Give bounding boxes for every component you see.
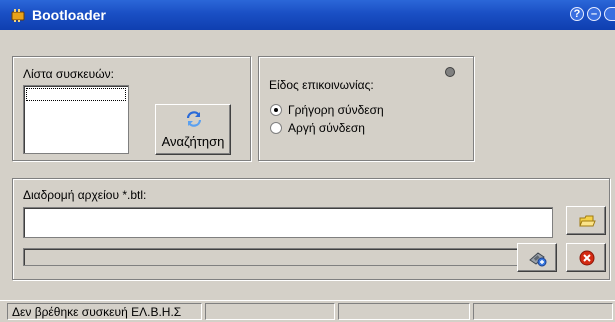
file-group: Διαδρομή αρχείου *.btl: (12, 178, 610, 280)
main-panel: Λίστα συσκευών: Αναζήτηση Είδος επικοινω… (0, 30, 615, 300)
refresh-icon (186, 111, 202, 127)
device-group: Λίστα συσκευών: Αναζήτηση (12, 56, 251, 161)
help-icon[interactable]: ? (570, 7, 584, 21)
list-item[interactable] (26, 88, 126, 101)
status-message: Δεν βρέθηκε συσκευή ΕΛ.Β.Η.Σ (7, 303, 202, 320)
browse-button[interactable] (566, 206, 606, 235)
cancel-icon (579, 250, 595, 266)
minimize-icon[interactable]: – (587, 7, 601, 21)
status-panel-2 (205, 303, 335, 320)
status-indicator (445, 67, 455, 77)
cancel-button[interactable] (566, 243, 606, 272)
radio-selected-dot (274, 108, 278, 112)
file-path-label: Διαδρομή αρχείου *.btl: (23, 188, 147, 202)
slow-connection-label[interactable]: Αργή σύνδεση (288, 121, 365, 135)
file-path-input[interactable] (23, 207, 553, 238)
fast-connection-radio[interactable] (270, 104, 282, 116)
window-title: Bootloader (32, 7, 106, 23)
folder-icon (579, 215, 596, 227)
device-list-label: Λίστα συσκευών: (23, 67, 114, 81)
status-panel-4 (473, 303, 613, 320)
communication-label: Είδος επικοινωνίας: (269, 78, 374, 92)
maximize-icon[interactable] (604, 7, 615, 21)
search-button-label: Αναζήτηση (161, 134, 225, 149)
title-bar[interactable]: Bootloader ? – (0, 0, 615, 30)
chip-icon (11, 9, 25, 22)
slow-connection-radio[interactable] (270, 122, 282, 134)
status-bar: Δεν βρέθηκε συσκευή ΕΛ.Β.Η.Σ (0, 300, 615, 322)
communication-group: Είδος επικοινωνίας: Γρήγορη σύνδεση Αργή… (258, 56, 474, 161)
program-button[interactable] (517, 243, 557, 272)
search-button[interactable]: Αναζήτηση (155, 104, 231, 155)
chip-program-icon (529, 252, 547, 267)
progress-bar (23, 248, 553, 266)
fast-connection-label[interactable]: Γρήγορη σύνδεση (288, 103, 384, 117)
device-list[interactable] (23, 85, 129, 154)
status-panel-3 (338, 303, 470, 320)
